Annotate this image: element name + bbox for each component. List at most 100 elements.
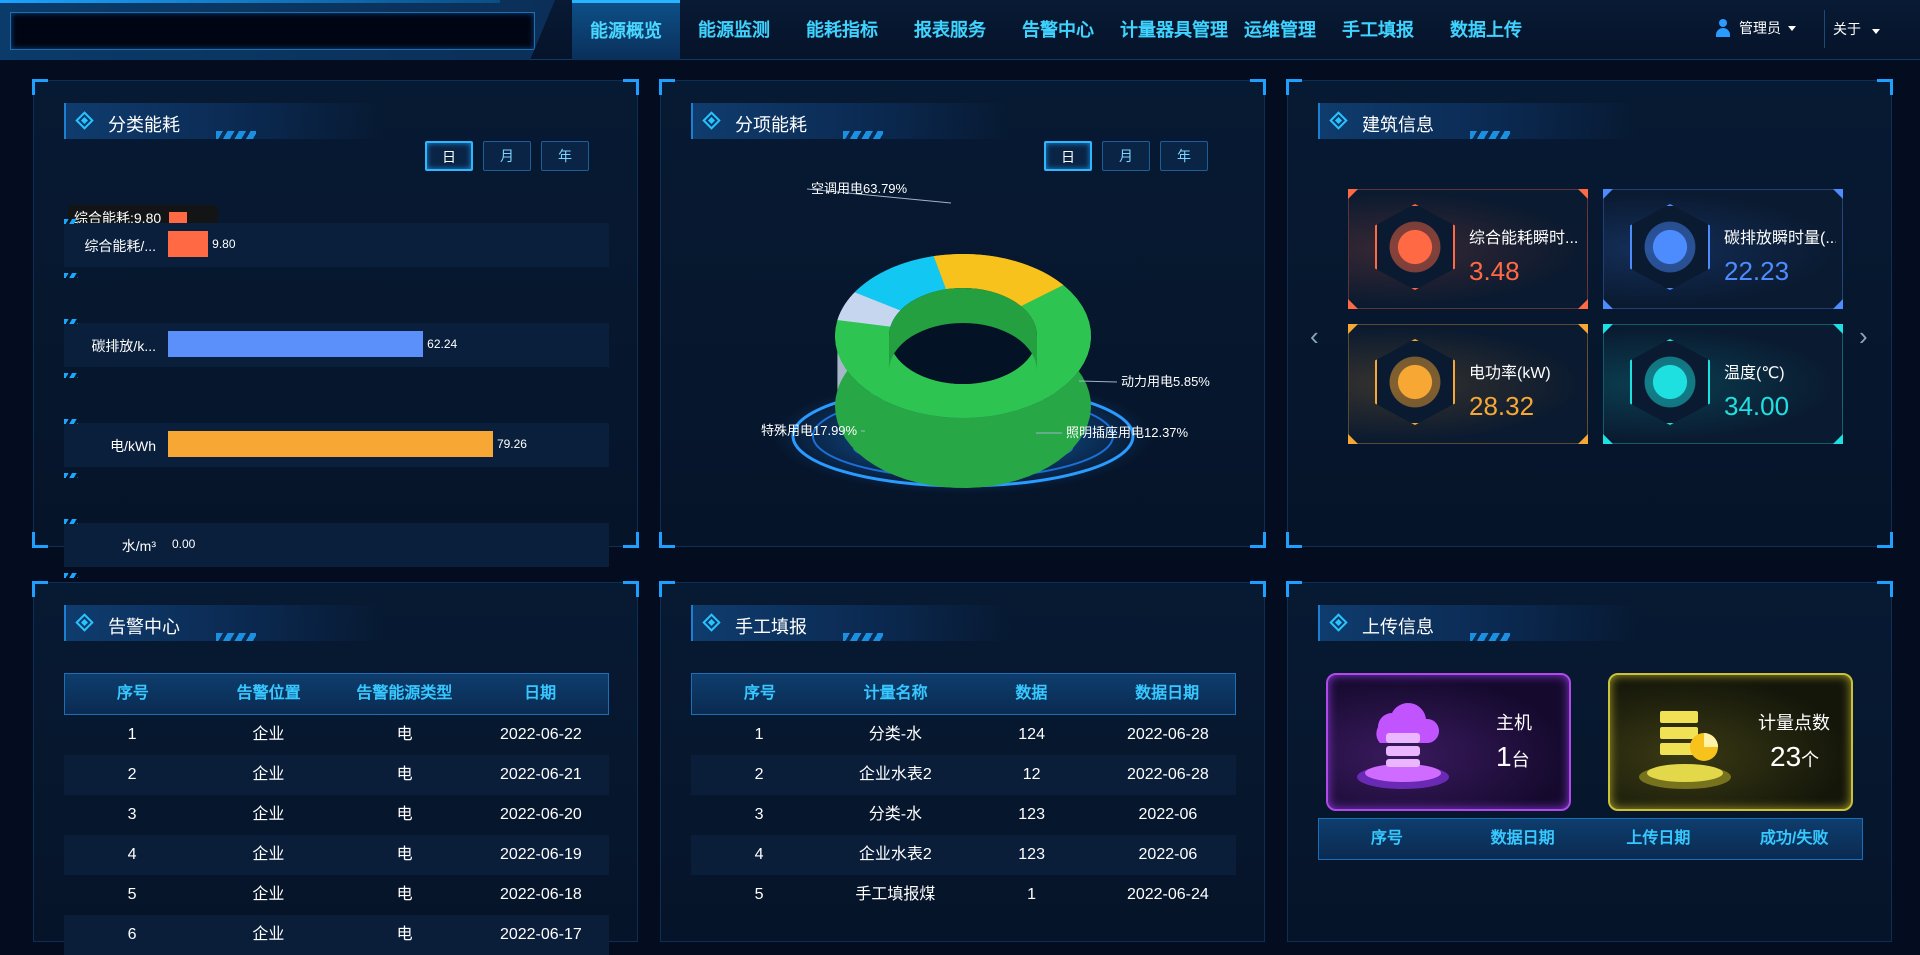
nav-item-8[interactable]: 数据上传 bbox=[1432, 0, 1540, 60]
table-cell: 5 bbox=[127, 886, 137, 903]
table-row[interactable]: 3 分类-水 123 2022-06 bbox=[691, 795, 1236, 835]
column-header-1: 数据日期 bbox=[1490, 830, 1555, 847]
nav-item-0[interactable]: 能源概览 bbox=[572, 0, 680, 60]
table-row[interactable]: 6 企业 电 2022-06-17 bbox=[64, 915, 609, 955]
diamond-icon bbox=[75, 613, 94, 632]
slice-label-2: 照明插座用电12.37% bbox=[1066, 425, 1189, 440]
bar-2 bbox=[168, 431, 493, 457]
nav-item-7[interactable]: 手工填报 bbox=[1324, 0, 1432, 60]
period-tabs: 日月年 bbox=[425, 141, 589, 171]
slice-label-3: 特殊用电17.99% bbox=[761, 423, 858, 438]
period-tab-1[interactable]: 月 bbox=[483, 141, 531, 171]
panel-title: 分类能耗 bbox=[64, 103, 384, 139]
table-cell: 企业水表2 bbox=[858, 766, 932, 783]
host-count: 1 bbox=[1496, 741, 1512, 772]
row-tick-icon bbox=[64, 473, 78, 478]
logo-area bbox=[0, 0, 555, 60]
manual-table-header: 序号 计量名称 数据 数据日期 bbox=[691, 673, 1236, 715]
column-header-1: 告警位置 bbox=[236, 685, 301, 702]
row-tick-icon bbox=[64, 419, 78, 424]
corner-mark bbox=[1603, 324, 1613, 334]
bar-value: 79.26 bbox=[496, 437, 527, 451]
column-header-2: 数据 bbox=[1015, 685, 1048, 702]
table-cell: 企业 bbox=[252, 886, 285, 903]
period-tab-0[interactable]: 日 bbox=[1044, 141, 1092, 171]
nav-item-1[interactable]: 能源监测 bbox=[680, 0, 788, 60]
user-menu[interactable]: 管理员 bbox=[1713, 18, 1796, 38]
manual-entry-panel: 手工填报 序号 计量名称 数据 数据日期 1 分类-水 124 2022-06-28 2 企业水… bbox=[659, 581, 1266, 942]
period-tab-2[interactable]: 年 bbox=[541, 141, 589, 171]
diamond-icon bbox=[702, 111, 721, 130]
corner-mark bbox=[1348, 299, 1358, 309]
carousel-next-button[interactable]: › bbox=[1859, 321, 1868, 352]
table-cell: 2022-06-18 bbox=[499, 886, 582, 903]
carousel-prev-button[interactable]: ‹ bbox=[1310, 321, 1319, 352]
alarm-center-panel: 告警中心 序号 告警位置 告警能源类型 日期 1 企业电 2022-06-22 2 企业电 20… bbox=[32, 581, 639, 955]
table-row[interactable]: 3 企业 电 2022-06-20 bbox=[64, 795, 609, 835]
table-row[interactable]: 2 企业水表2 12 2022-06-28 bbox=[691, 755, 1236, 795]
table-cell: 12 bbox=[1022, 766, 1041, 783]
building-info-panel: 建筑信息 ‹ › 综合能耗瞬时... 3.48 碳排放瞬时量(... 22.23 电功率… bbox=[1286, 79, 1893, 548]
title-stripes bbox=[1470, 633, 1510, 641]
row-tick-icon bbox=[64, 573, 78, 578]
power-icon bbox=[1375, 339, 1455, 425]
panel-title: 分项能耗 bbox=[691, 103, 1011, 139]
table-cell: 企业 bbox=[252, 926, 285, 943]
upload-table-header: 序号 数据日期 上传日期 成功/失败 bbox=[1318, 818, 1863, 860]
card-label: 综合能耗瞬时... bbox=[1469, 230, 1579, 247]
table-cell: 电 bbox=[396, 806, 413, 823]
period-tab-1[interactable]: 月 bbox=[1102, 141, 1150, 171]
card-label: 温度(℃) bbox=[1724, 365, 1785, 382]
about-menu[interactable]: 关于 bbox=[1824, 10, 1880, 48]
building-card-0: 综合能耗瞬时... 3.48 bbox=[1348, 189, 1588, 309]
table-cell: 1 bbox=[754, 726, 764, 743]
building-card-3: 温度(℃) 34.00 bbox=[1603, 324, 1843, 444]
card-label: 电功率(kW) bbox=[1469, 365, 1551, 382]
table-cell: 124 bbox=[1018, 726, 1045, 743]
diamond-icon bbox=[702, 613, 721, 632]
period-tab-0[interactable]: 日 bbox=[425, 141, 473, 171]
nav-item-6[interactable]: 运维管理 bbox=[1236, 0, 1324, 60]
table-row[interactable]: 5 手工填报煤 1 2022-06-24 bbox=[691, 875, 1236, 915]
table-row[interactable]: 1 分类-水 124 2022-06-28 bbox=[691, 715, 1236, 755]
bar-label: 电/kWh bbox=[110, 438, 156, 454]
co2-cloud-icon bbox=[1630, 204, 1710, 290]
nav-item-3[interactable]: 报表服务 bbox=[896, 0, 1004, 60]
table-row[interactable]: 4 企业水表2 123 2022-06 bbox=[691, 835, 1236, 875]
nav-item-4[interactable]: 告警中心 bbox=[1004, 0, 1112, 60]
table-row[interactable]: 5 企业 电 2022-06-18 bbox=[64, 875, 609, 915]
table-row[interactable]: 2 企业 电 2022-06-21 bbox=[64, 755, 609, 795]
category-energy-panel: 分类能耗 日月年 综合能耗:9.80 综合能耗/... 9.80 碳排放/k... 6… bbox=[32, 79, 639, 578]
nav-item-5[interactable]: 计量器具管理 bbox=[1112, 0, 1236, 60]
meter-card: 计量点数 23个 bbox=[1608, 673, 1853, 811]
table-cell: 电 bbox=[396, 766, 413, 783]
table-cell: 123 bbox=[1018, 806, 1045, 823]
alarm-table-header: 序号 告警位置 告警能源类型 日期 bbox=[64, 673, 609, 715]
table-cell: 2 bbox=[754, 766, 764, 783]
period-tab-2[interactable]: 年 bbox=[1160, 141, 1208, 171]
column-header-3: 成功/失败 bbox=[1759, 830, 1829, 847]
database-meter-icon bbox=[1639, 711, 1731, 789]
card-value: 22.23 bbox=[1724, 256, 1790, 286]
thermometer-icon bbox=[1630, 339, 1710, 425]
table-cell: 2022-06-28 bbox=[1126, 766, 1209, 783]
table-row[interactable]: 1 企业 电 2022-06-22 bbox=[64, 715, 609, 755]
bar-0 bbox=[168, 231, 209, 257]
panel-title-text: 上传信息 bbox=[1362, 617, 1434, 637]
row-tick-icon bbox=[64, 319, 78, 324]
table-cell: 123 bbox=[1018, 846, 1045, 863]
title-stripes bbox=[1470, 131, 1510, 139]
chevron-down-icon bbox=[1871, 29, 1880, 34]
card-value: 28.32 bbox=[1469, 391, 1535, 421]
column-header-3: 日期 bbox=[524, 685, 557, 702]
bar-value: 62.24 bbox=[427, 337, 458, 351]
title-stripes bbox=[216, 633, 256, 641]
table-cell: 分类-水 bbox=[868, 806, 923, 823]
nav-item-2[interactable]: 能耗指标 bbox=[788, 0, 896, 60]
table-cell: 2022-06 bbox=[1138, 806, 1198, 823]
table-cell: 电 bbox=[396, 886, 413, 903]
corner-mark bbox=[1833, 324, 1843, 334]
table-row[interactable]: 4 企业 电 2022-06-19 bbox=[64, 835, 609, 875]
meter-count: 23 bbox=[1770, 741, 1802, 772]
table-cell: 2022-06-24 bbox=[1126, 886, 1209, 903]
